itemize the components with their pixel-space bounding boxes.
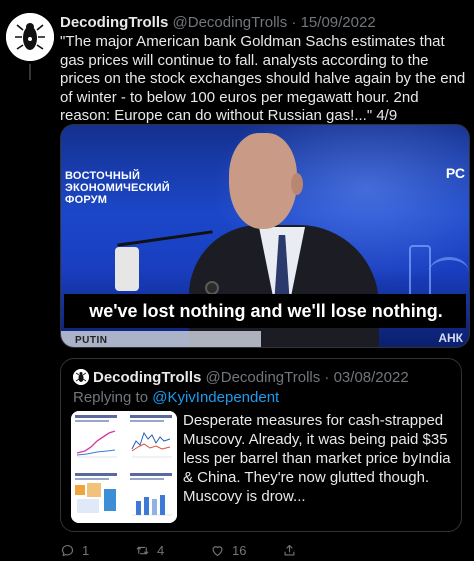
tweet[interactable]: DecodingTrolls @DecodingTrolls · 15/09/2…	[0, 0, 474, 561]
retweet-button[interactable]: 4	[135, 540, 164, 560]
speaker-head	[229, 133, 297, 229]
wave-graphic	[429, 257, 469, 287]
replying-to-mention[interactable]: @KyivIndependent	[152, 389, 279, 406]
share-icon	[284, 544, 295, 555]
reply-icon	[61, 544, 74, 556]
chart-thumbnail	[71, 469, 122, 523]
like-button[interactable]: 16	[210, 540, 246, 560]
heart-icon	[212, 545, 223, 556]
tweet-header: DecodingTrolls @DecodingTrolls · 15/09/2…	[60, 13, 376, 32]
event-title-line: ФОРУМ	[65, 194, 108, 206]
line-chart-icon	[76, 430, 117, 458]
microphone	[117, 230, 213, 247]
quoted-display-name: DecodingTrolls	[93, 369, 202, 386]
separator: ·	[324, 369, 330, 386]
replying-to: Replying to @KyivIndependent	[73, 389, 279, 407]
speaker-name: PUTIN	[75, 335, 108, 346]
bar-chart-icon	[75, 483, 116, 513]
event-title-line: ВОСТОЧНЫЙ	[65, 170, 141, 182]
quoted-handle: @DecodingTrolls	[205, 369, 321, 386]
action-bar: 1 4 16	[60, 540, 470, 560]
replying-to-prefix: Replying to	[73, 389, 153, 406]
quoted-avatar	[73, 369, 89, 385]
event-title-line: ЭКОНОМИЧЕСКИЙ	[65, 182, 170, 194]
bar-chart-icon	[132, 495, 172, 516]
chart-thumbnail	[71, 411, 122, 465]
banner-tag: АНК	[438, 331, 463, 345]
chart-thumbnail	[126, 411, 177, 465]
retweet-count: 4	[157, 542, 165, 558]
quoted-timestamp: 03/08/2022	[333, 369, 409, 386]
avatar[interactable]	[6, 13, 54, 61]
quoted-media-grid[interactable]	[71, 411, 177, 523]
retweet-icon	[136, 546, 149, 554]
tweet-text: "The major American bank Goldman Sachs e…	[60, 33, 466, 124]
timestamp[interactable]: 15/09/2022	[301, 14, 376, 31]
speaker-ear	[291, 173, 303, 195]
event-title: ВОСТОЧНЫЙ ЭКОНОМИЧЕСКИЙ ФОРУМ	[65, 170, 170, 206]
share-button[interactable]	[282, 540, 297, 560]
like-count: 16	[232, 542, 247, 558]
thread-line	[29, 64, 31, 80]
display-name[interactable]: DecodingTrolls	[60, 14, 168, 31]
reply-count: 1	[82, 542, 90, 558]
watch	[205, 281, 219, 295]
reply-button[interactable]: 1	[60, 540, 89, 560]
handle[interactable]: @DecodingTrolls	[173, 14, 288, 31]
cup	[115, 247, 139, 291]
separator: ·	[291, 14, 297, 31]
forum-logo: РС	[445, 165, 465, 181]
video-subtitle: we've lost nothing and we'll lose nothin…	[89, 301, 443, 321]
quoted-header: DecodingTrolls @DecodingTrolls · 03/08/2…	[93, 368, 409, 387]
quoted-text: Desperate measures for cash-strapped Mus…	[183, 412, 451, 505]
troll-logo-icon	[73, 369, 89, 385]
troll-logo-icon	[6, 13, 54, 61]
quoted-tweet[interactable]: DecodingTrolls @DecodingTrolls · 03/08/2…	[60, 358, 462, 532]
line-chart-icon	[131, 431, 172, 458]
chart-thumbnail	[126, 469, 177, 523]
video-player[interactable]: ВОСТОЧНЫЙ ЭКОНОМИЧЕСКИЙ ФОРУМ РС we've l…	[60, 124, 470, 348]
